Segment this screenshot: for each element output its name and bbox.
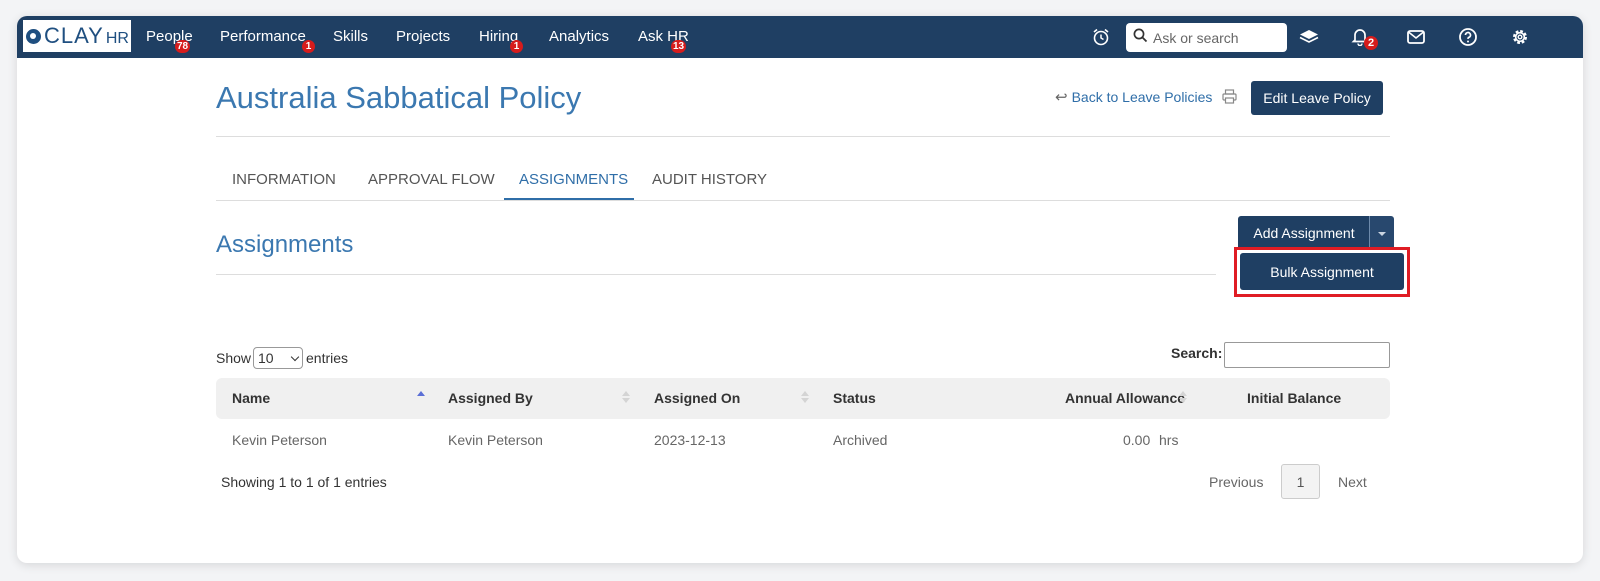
page-size-value: 10 <box>258 350 274 366</box>
column-header-name[interactable]: Name <box>232 390 270 406</box>
hiring-count-badge: 1 <box>510 40 523 53</box>
column-header-initial-balance[interactable]: Initial Balance <box>1247 390 1341 406</box>
page-size-select[interactable]: 10 <box>253 347 303 369</box>
cell-annual-allowance: 0.00 <box>1123 432 1151 448</box>
tab-approval-flow[interactable]: APPROVAL FLOW <box>368 171 495 188</box>
top-nav-bar: CLAY HR People 78 Performance 1 Skills P… <box>17 16 1583 58</box>
nav-item-performance[interactable]: Performance <box>220 28 306 45</box>
notification-count-badge: 2 <box>1364 36 1378 50</box>
logo-mark-icon <box>26 28 41 44</box>
clayhr-logo[interactable]: CLAY HR <box>23 20 131 52</box>
app-window: CLAY HR People 78 Performance 1 Skills P… <box>17 16 1583 563</box>
tabs-divider <box>216 200 1390 201</box>
add-assignment-button[interactable]: Add Assignment <box>1238 216 1370 250</box>
entries-label: entries <box>306 350 349 366</box>
pagination-previous[interactable]: Previous <box>1209 474 1263 490</box>
gear-icon[interactable] <box>1510 27 1530 52</box>
search-icon <box>1133 28 1148 48</box>
back-link-label: Back to Leave Policies <box>1071 89 1213 105</box>
edit-leave-policy-button[interactable]: Edit Leave Policy <box>1251 81 1383 115</box>
search-placeholder: Ask or search <box>1153 29 1239 46</box>
nav-item-skills[interactable]: Skills <box>333 28 368 45</box>
table-header: Name Assigned By Assigned On Status Annu… <box>216 378 1390 419</box>
back-arrow-icon: ↩ <box>1055 89 1068 106</box>
chevron-down-icon <box>290 352 300 362</box>
column-header-annual-allowance[interactable]: Annual Allowance <box>1065 390 1185 406</box>
tab-audit-history[interactable]: AUDIT HISTORY <box>652 171 767 188</box>
back-to-leave-policies-link[interactable]: ↩ Back to Leave Policies <box>1055 88 1212 106</box>
help-icon[interactable] <box>1458 27 1478 52</box>
column-header-status[interactable]: Status <box>833 390 876 406</box>
sort-icon[interactable] <box>1179 391 1187 405</box>
cell-assigned-on: 2023-12-13 <box>654 432 726 448</box>
sort-icon[interactable] <box>622 391 630 405</box>
page-title: Australia Sabbatical Policy <box>216 80 582 115</box>
column-header-assigned-by[interactable]: Assigned By <box>448 390 533 406</box>
global-search-input[interactable]: Ask or search <box>1126 23 1287 52</box>
layers-icon[interactable] <box>1298 27 1320 52</box>
show-label: Show <box>216 350 252 366</box>
bulk-assignment-menu-item[interactable]: Bulk Assignment <box>1240 253 1404 290</box>
alarm-clock-icon[interactable] <box>1091 27 1111 52</box>
tab-assignments[interactable]: ASSIGNMENTS <box>519 171 628 188</box>
logo-suffix: HR <box>105 29 129 47</box>
tab-information[interactable]: INFORMATION <box>232 171 336 188</box>
ask-hr-count-badge: 13 <box>671 40 687 53</box>
section-divider <box>216 274 1216 275</box>
pagination-current-label: 1 <box>1296 473 1305 490</box>
pagination-page-1[interactable]: 1 <box>1281 464 1320 499</box>
search-label: Search: <box>1171 345 1223 361</box>
mail-icon[interactable] <box>1406 28 1426 51</box>
sort-ascending-icon[interactable] <box>417 391 425 405</box>
sort-icon[interactable] <box>801 391 809 405</box>
header-divider <box>216 136 1390 137</box>
cell-status: Archived <box>833 432 888 448</box>
add-assignment-dropdown-toggle[interactable] <box>1369 216 1394 250</box>
column-header-assigned-on[interactable]: Assigned On <box>654 390 740 406</box>
logo-text: CLAY <box>44 23 104 48</box>
assignments-section-title: Assignments <box>216 231 354 258</box>
people-count-badge: 78 <box>175 40 191 53</box>
cell-assigned-by: Kevin Peterson <box>448 432 543 448</box>
pagination-next[interactable]: Next <box>1338 474 1367 490</box>
table-search-input[interactable] <box>1224 342 1390 368</box>
table-info: Showing 1 to 1 of 1 entries <box>221 474 387 490</box>
print-icon[interactable] <box>1222 89 1237 109</box>
cell-name: Kevin Peterson <box>232 432 327 448</box>
nav-item-analytics[interactable]: Analytics <box>549 28 609 45</box>
cell-allowance-unit: hrs <box>1159 432 1179 448</box>
nav-item-projects[interactable]: Projects <box>396 28 450 45</box>
performance-count-badge: 1 <box>302 40 315 53</box>
